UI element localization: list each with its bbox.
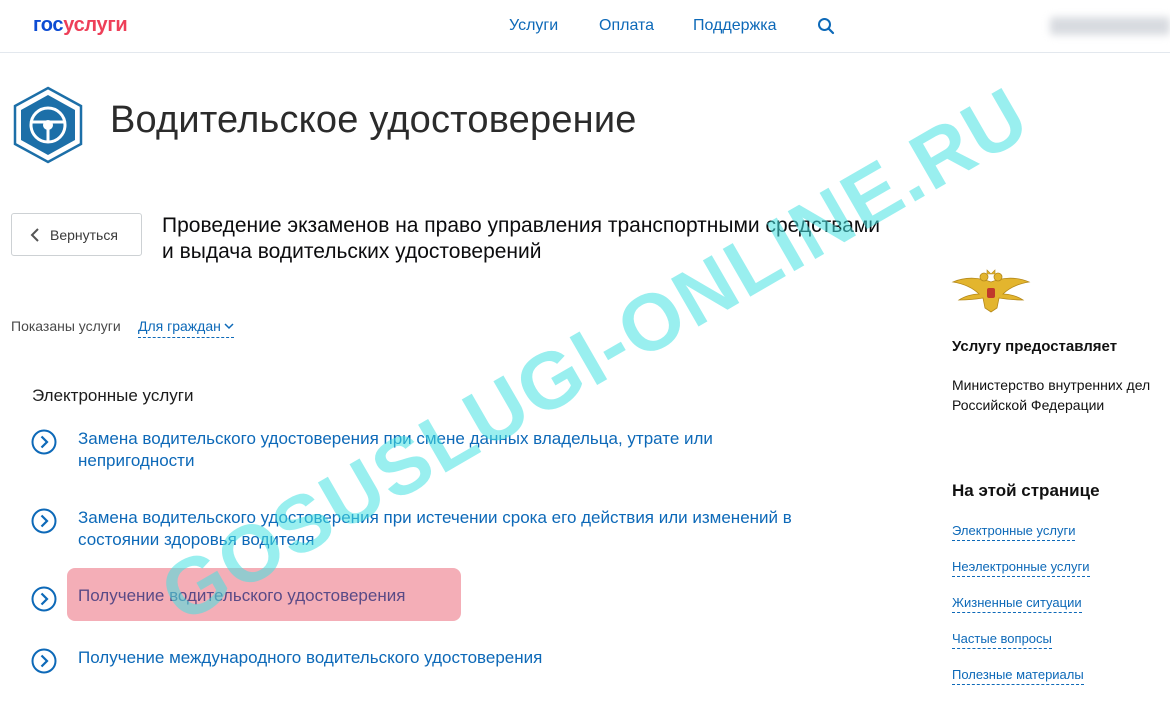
site-header: госуслуги Услуги Оплата Поддержка bbox=[0, 0, 1170, 53]
service-link[interactable]: Замена водительского удостоверения при с… bbox=[30, 428, 850, 472]
on-page-heading: На этой странице bbox=[952, 481, 1100, 500]
filter-dropdown[interactable]: Для граждан bbox=[138, 318, 234, 338]
chevron-circle-right-icon bbox=[31, 586, 57, 612]
service-link-label: Получение водительского удостоверения bbox=[78, 586, 406, 605]
service-title: Проведение экзаменов на право управления… bbox=[162, 214, 881, 263]
nav-support[interactable]: Поддержка bbox=[693, 17, 776, 35]
steering-wheel-icon bbox=[13, 86, 83, 164]
section-heading-electronic: Электронные услуги bbox=[32, 386, 194, 405]
nav-payment[interactable]: Оплата bbox=[599, 17, 654, 35]
service-link[interactable]: Замена водительского удостоверения при и… bbox=[30, 507, 850, 551]
chevron-circle-right-icon bbox=[31, 648, 57, 674]
service-link-label: Замена водительского удостоверения при с… bbox=[78, 429, 713, 470]
user-account-blurred[interactable] bbox=[1050, 17, 1170, 35]
provider-heading: Услугу предоставляет bbox=[952, 338, 1118, 355]
double-headed-eagle-emblem bbox=[951, 269, 1031, 313]
service-link[interactable]: Получение международного водительского у… bbox=[30, 647, 850, 675]
back-button-label: Вернуться bbox=[50, 226, 118, 243]
logo-text-uslugi: услуги bbox=[63, 14, 128, 36]
back-button[interactable]: Вернуться bbox=[11, 213, 142, 256]
logo-text-gos: гос bbox=[33, 14, 64, 36]
provider-name-text: Министерство внутренних дел Российской Ф… bbox=[952, 377, 1151, 413]
on-page-link-non-electronic[interactable]: Неэлектронные услуги bbox=[952, 559, 1090, 577]
filter-value: Для граждан bbox=[138, 318, 221, 334]
chevron-circle-right-icon bbox=[31, 429, 57, 455]
on-page-link-life-situations[interactable]: Жизненные ситуации bbox=[952, 595, 1082, 613]
watermark: GOSUSLUGI-ONLINE.RU bbox=[146, 69, 1044, 640]
service-link-label: Получение международного водительского у… bbox=[78, 648, 543, 667]
chevron-left-icon bbox=[30, 227, 39, 242]
on-page-link-faq[interactable]: Частые вопросы bbox=[952, 631, 1052, 649]
service-link-highlighted[interactable]: Получение водительского удостоверения bbox=[30, 585, 850, 613]
on-page-link-electronic[interactable]: Электронные услуги bbox=[952, 523, 1076, 541]
chevron-down-icon bbox=[224, 323, 234, 330]
page-title: Водительское удостоверение bbox=[110, 99, 637, 141]
provider-name: Министерство внутренних дел Российской Ф… bbox=[952, 375, 1170, 415]
nav-services[interactable]: Услуги bbox=[509, 17, 558, 35]
chevron-circle-right-icon bbox=[31, 508, 57, 534]
on-page-link-useful-materials[interactable]: Полезные материалы bbox=[952, 667, 1084, 685]
filter-prefix: Показаны услуги bbox=[11, 318, 121, 334]
gosuslugi-logo[interactable]: госуслуги bbox=[33, 14, 128, 37]
service-link-label: Замена водительского удостоверения при и… bbox=[78, 508, 792, 549]
search-icon[interactable] bbox=[817, 17, 835, 35]
